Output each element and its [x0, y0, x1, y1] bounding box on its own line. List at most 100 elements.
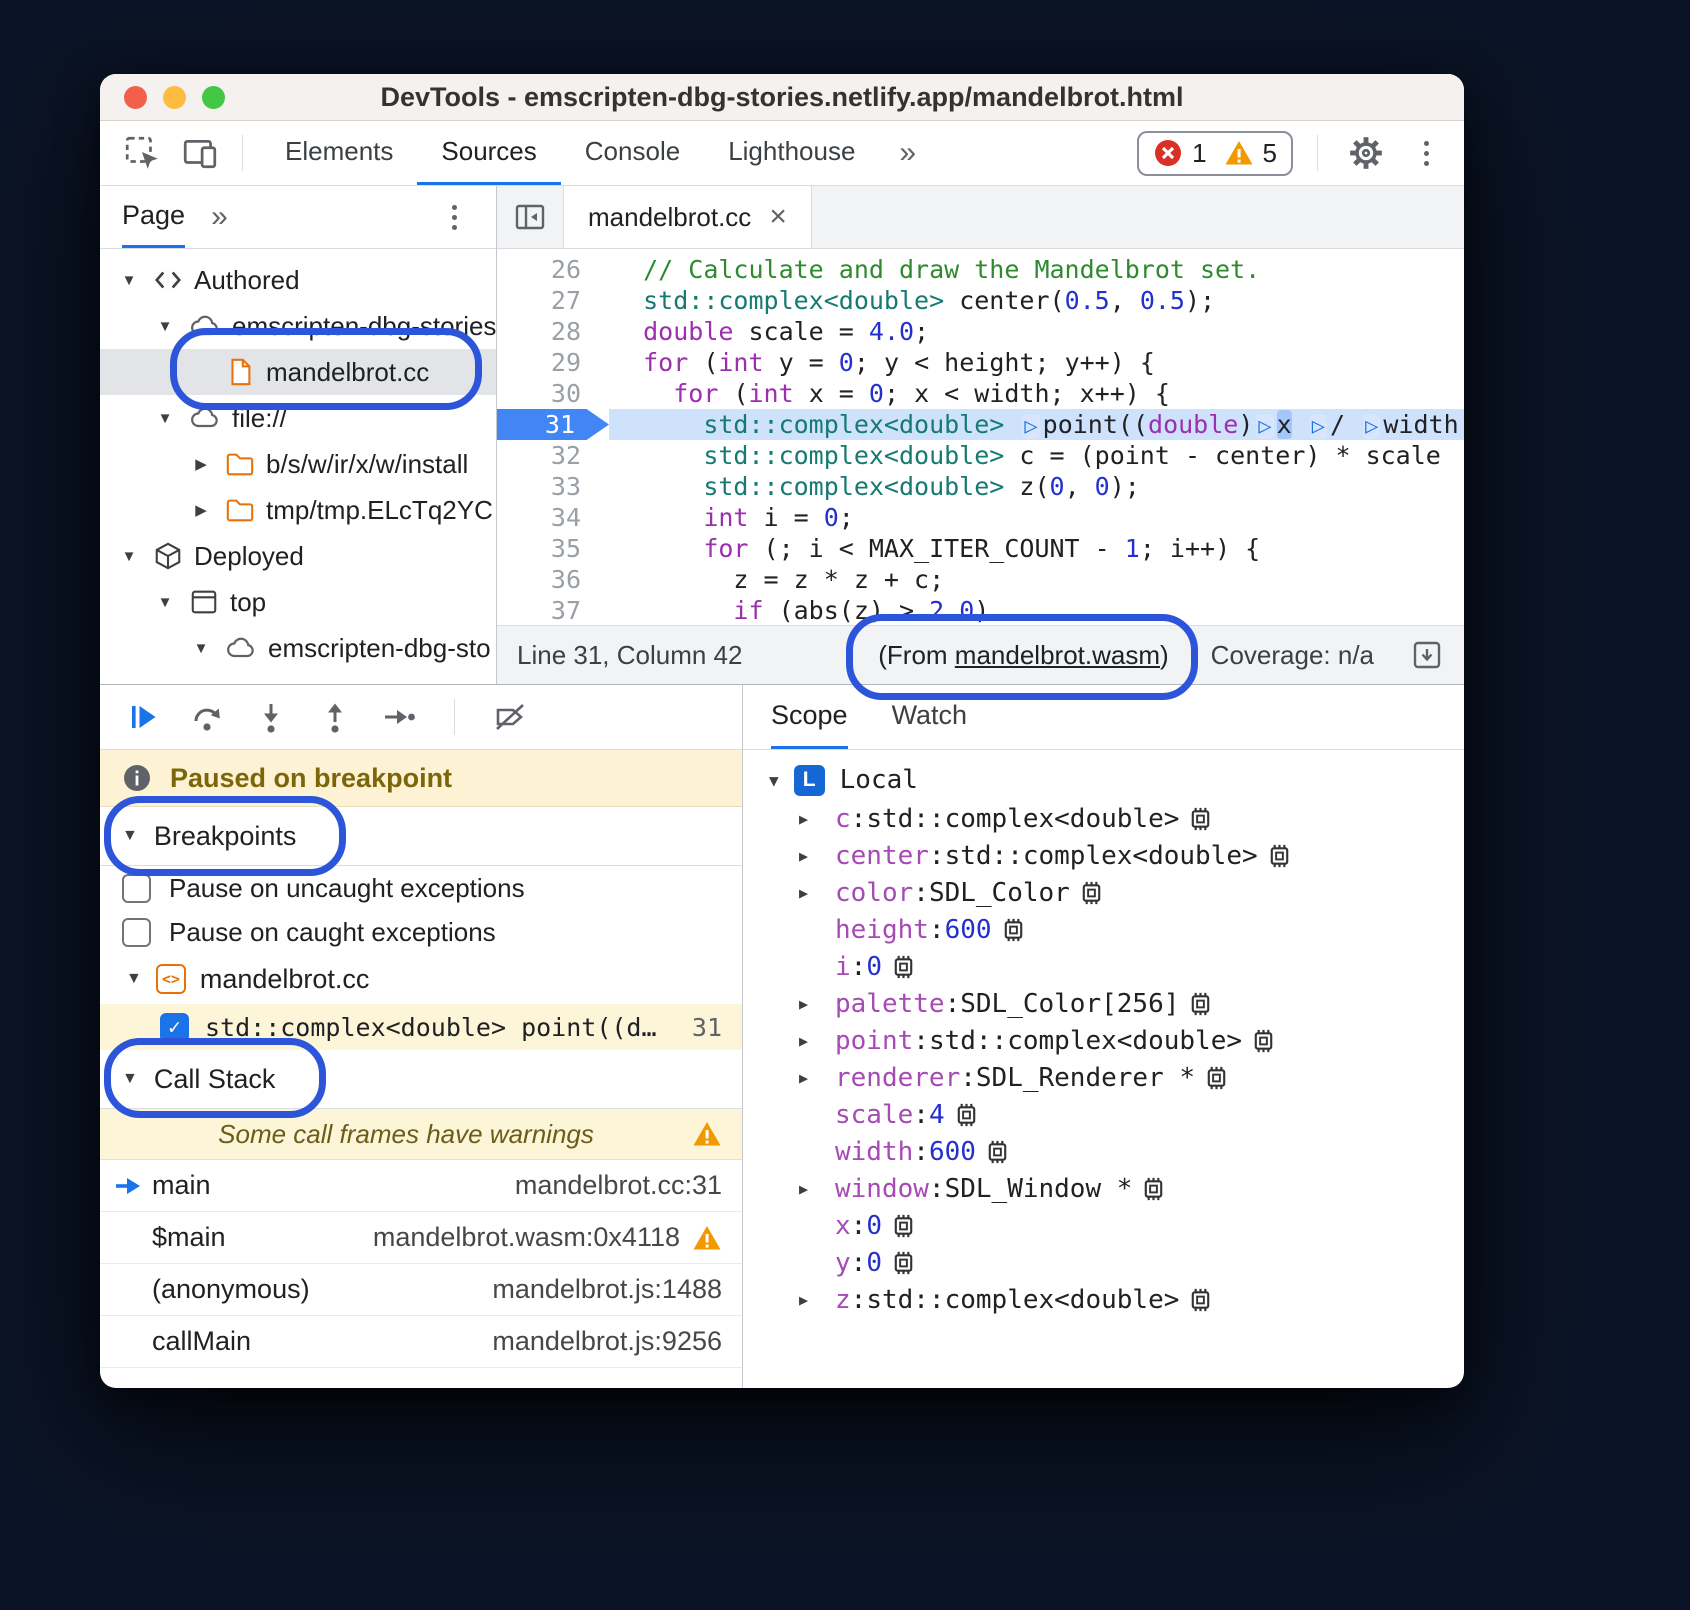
expand-arrow-icon[interactable]: ▶ [799, 1032, 835, 1050]
breakpoint-entry[interactable]: std::complex<double> point((d… 31 [100, 1004, 742, 1050]
checkbox[interactable] [122, 918, 151, 947]
resume-script-icon[interactable] [126, 700, 160, 734]
line-number[interactable]: 37 [497, 595, 609, 625]
memory-chip-icon[interactable] [890, 954, 917, 980]
breakpoint-file-group[interactable]: ▼ <> mandelbrot.cc [100, 954, 742, 1004]
scope-variable-center[interactable]: ▶center: std::complex<double> [743, 837, 1464, 874]
minimize-window-icon[interactable] [163, 86, 186, 109]
tab-page[interactable]: Page [122, 186, 185, 248]
step-into-icon[interactable] [254, 700, 288, 734]
inline-breakpoint-marker-icon[interactable]: ▷ [1256, 414, 1273, 439]
collapse-arrow-icon[interactable]: ▼ [122, 827, 138, 845]
line-number[interactable]: 36 [497, 564, 609, 595]
scope-variable-scale[interactable]: scale: 4 [743, 1096, 1464, 1133]
scope-variable-point[interactable]: ▶point: std::complex<double> [743, 1022, 1464, 1059]
expand-arrow-icon[interactable]: ▶ [799, 810, 835, 828]
settings-gear-icon[interactable] [1342, 129, 1390, 177]
tree-item-file[interactable]: ▼file:// [100, 395, 496, 441]
step-out-icon[interactable] [318, 700, 352, 734]
line-number[interactable]: 29 [497, 347, 609, 378]
expand-arrow-icon[interactable]: ▶ [799, 1180, 835, 1198]
collapse-arrow-icon[interactable]: ▼ [122, 1070, 138, 1088]
memory-chip-icon[interactable] [984, 1139, 1011, 1165]
tree-down-arrow-icon[interactable]: ▼ [152, 318, 178, 335]
tree-down-arrow-icon[interactable]: ▼ [152, 594, 178, 611]
tree-item-tmp-tmp-elctq2yc[interactable]: ▶tmp/tmp.ELcTq2YC [100, 487, 496, 533]
line-number[interactable]: 35 [497, 533, 609, 564]
inline-breakpoint-marker-icon[interactable]: ▷ [1310, 414, 1327, 439]
inline-breakpoint-marker-icon[interactable]: ▷ [1022, 414, 1039, 439]
memory-chip-icon[interactable] [1000, 917, 1027, 943]
tree-down-arrow-icon[interactable]: ▼ [188, 640, 214, 657]
memory-chip-icon[interactable] [890, 1250, 917, 1276]
tree-item-emscripten-dbg-stories[interactable]: ▼emscripten-dbg-stories [100, 303, 496, 349]
scope-variable-z[interactable]: ▶z: std::complex<double> [743, 1281, 1464, 1318]
memory-chip-icon[interactable] [1187, 991, 1214, 1017]
stack-frame-callmain[interactable]: callMainmandelbrot.js:9256 [100, 1316, 742, 1368]
tab-lighthouse[interactable]: Lighthouse [704, 121, 879, 185]
memory-chip-icon[interactable] [953, 1102, 980, 1128]
open-drawer-icon[interactable] [1410, 638, 1444, 672]
collapse-arrow-icon[interactable]: ▼ [769, 771, 779, 790]
memory-chip-icon[interactable] [1187, 806, 1214, 832]
memory-chip-icon[interactable] [1266, 843, 1293, 869]
checkbox[interactable] [122, 874, 151, 903]
expand-arrow-icon[interactable]: ▶ [799, 884, 835, 902]
inspect-element-icon[interactable] [118, 129, 166, 177]
scope-variable-c[interactable]: ▶c: std::complex<double> [743, 800, 1464, 837]
expand-arrow-icon[interactable]: ▶ [799, 847, 835, 865]
step-icon[interactable] [382, 700, 416, 734]
issues-badge[interactable]: 1 5 [1137, 131, 1293, 176]
inline-breakpoint-marker-icon[interactable]: ▷ [1363, 414, 1380, 439]
tree-down-arrow-icon[interactable]: ▼ [116, 272, 142, 289]
memory-chip-icon[interactable] [1187, 1287, 1214, 1313]
scope-variable-color[interactable]: ▶color: SDL_Color [743, 874, 1464, 911]
scope-variable-window[interactable]: ▶window: SDL_Window * [743, 1170, 1464, 1207]
navigator-kebab-icon[interactable] [434, 205, 474, 230]
close-window-icon[interactable] [124, 86, 147, 109]
kebab-menu-icon[interactable] [1406, 141, 1446, 166]
scope-variable-i[interactable]: i: 0 [743, 948, 1464, 985]
breakpoints-section-header[interactable]: ▼ Breakpoints [100, 807, 742, 866]
tree-item-deployed[interactable]: ▼Deployed [100, 533, 496, 579]
scope-local-section[interactable]: ▼ L Local [743, 760, 1464, 800]
scope-variable-palette[interactable]: ▶palette: SDL_Color[256] [743, 985, 1464, 1022]
line-number[interactable]: 33 [497, 471, 609, 502]
stack-frame-main[interactable]: $mainmandelbrot.wasm:0x4118 [100, 1212, 742, 1264]
editor-tab-mandelbrot[interactable]: mandelbrot.cc × [564, 186, 812, 248]
tree-item-top[interactable]: ▼top [100, 579, 496, 625]
execution-line-marker[interactable]: 31 [497, 409, 609, 440]
tab-watch[interactable]: Watch [892, 685, 968, 749]
collapse-arrow-icon[interactable]: ▼ [126, 970, 142, 988]
tree-down-arrow-icon[interactable]: ▼ [116, 548, 142, 565]
tab-sources[interactable]: Sources [417, 121, 560, 185]
tab-console[interactable]: Console [561, 121, 704, 185]
wasm-file-link[interactable]: mandelbrot.wasm [955, 640, 1160, 670]
deactivate-breakpoints-icon[interactable] [493, 700, 527, 734]
memory-chip-icon[interactable] [1140, 1176, 1167, 1202]
code-editor[interactable]: 2526 // Calculate and draw the Mandelbro… [497, 249, 1464, 625]
line-number[interactable]: 28 [497, 316, 609, 347]
exception-toggle-pause-on-caught-exceptions[interactable]: Pause on caught exceptions [100, 910, 742, 954]
tree-item-emscripten-dbg-sto[interactable]: ▼emscripten-dbg-sto [100, 625, 496, 671]
memory-chip-icon[interactable] [890, 1213, 917, 1239]
expand-arrow-icon[interactable]: ▶ [799, 995, 835, 1013]
line-number[interactable]: 32 [497, 440, 609, 471]
more-navigator-tabs-icon[interactable]: » [211, 186, 228, 248]
expand-arrow-icon[interactable]: ▶ [799, 1069, 835, 1087]
memory-chip-icon[interactable] [1203, 1065, 1230, 1091]
step-over-icon[interactable] [190, 700, 224, 734]
line-number[interactable]: 34 [497, 502, 609, 533]
stack-frame-main[interactable]: mainmandelbrot.cc:31 [100, 1160, 742, 1212]
toggle-navigator-icon[interactable] [497, 186, 564, 248]
exception-toggle-pause-on-uncaught-exceptions[interactable]: Pause on uncaught exceptions [100, 866, 742, 910]
tree-item-mandelbrot-cc[interactable]: mandelbrot.cc [100, 349, 496, 395]
zoom-window-icon[interactable] [202, 86, 225, 109]
line-number[interactable]: 26 [497, 254, 609, 285]
tab-elements[interactable]: Elements [261, 121, 417, 185]
tree-item-b-s-w-ir-x-w-install[interactable]: ▶b/s/w/ir/x/w/install [100, 441, 496, 487]
line-number[interactable]: 27 [497, 285, 609, 316]
tree-item-authored[interactable]: ▼Authored [100, 257, 496, 303]
tree-right-arrow-icon[interactable]: ▶ [188, 501, 214, 519]
scope-variable-width[interactable]: width: 600 [743, 1133, 1464, 1170]
